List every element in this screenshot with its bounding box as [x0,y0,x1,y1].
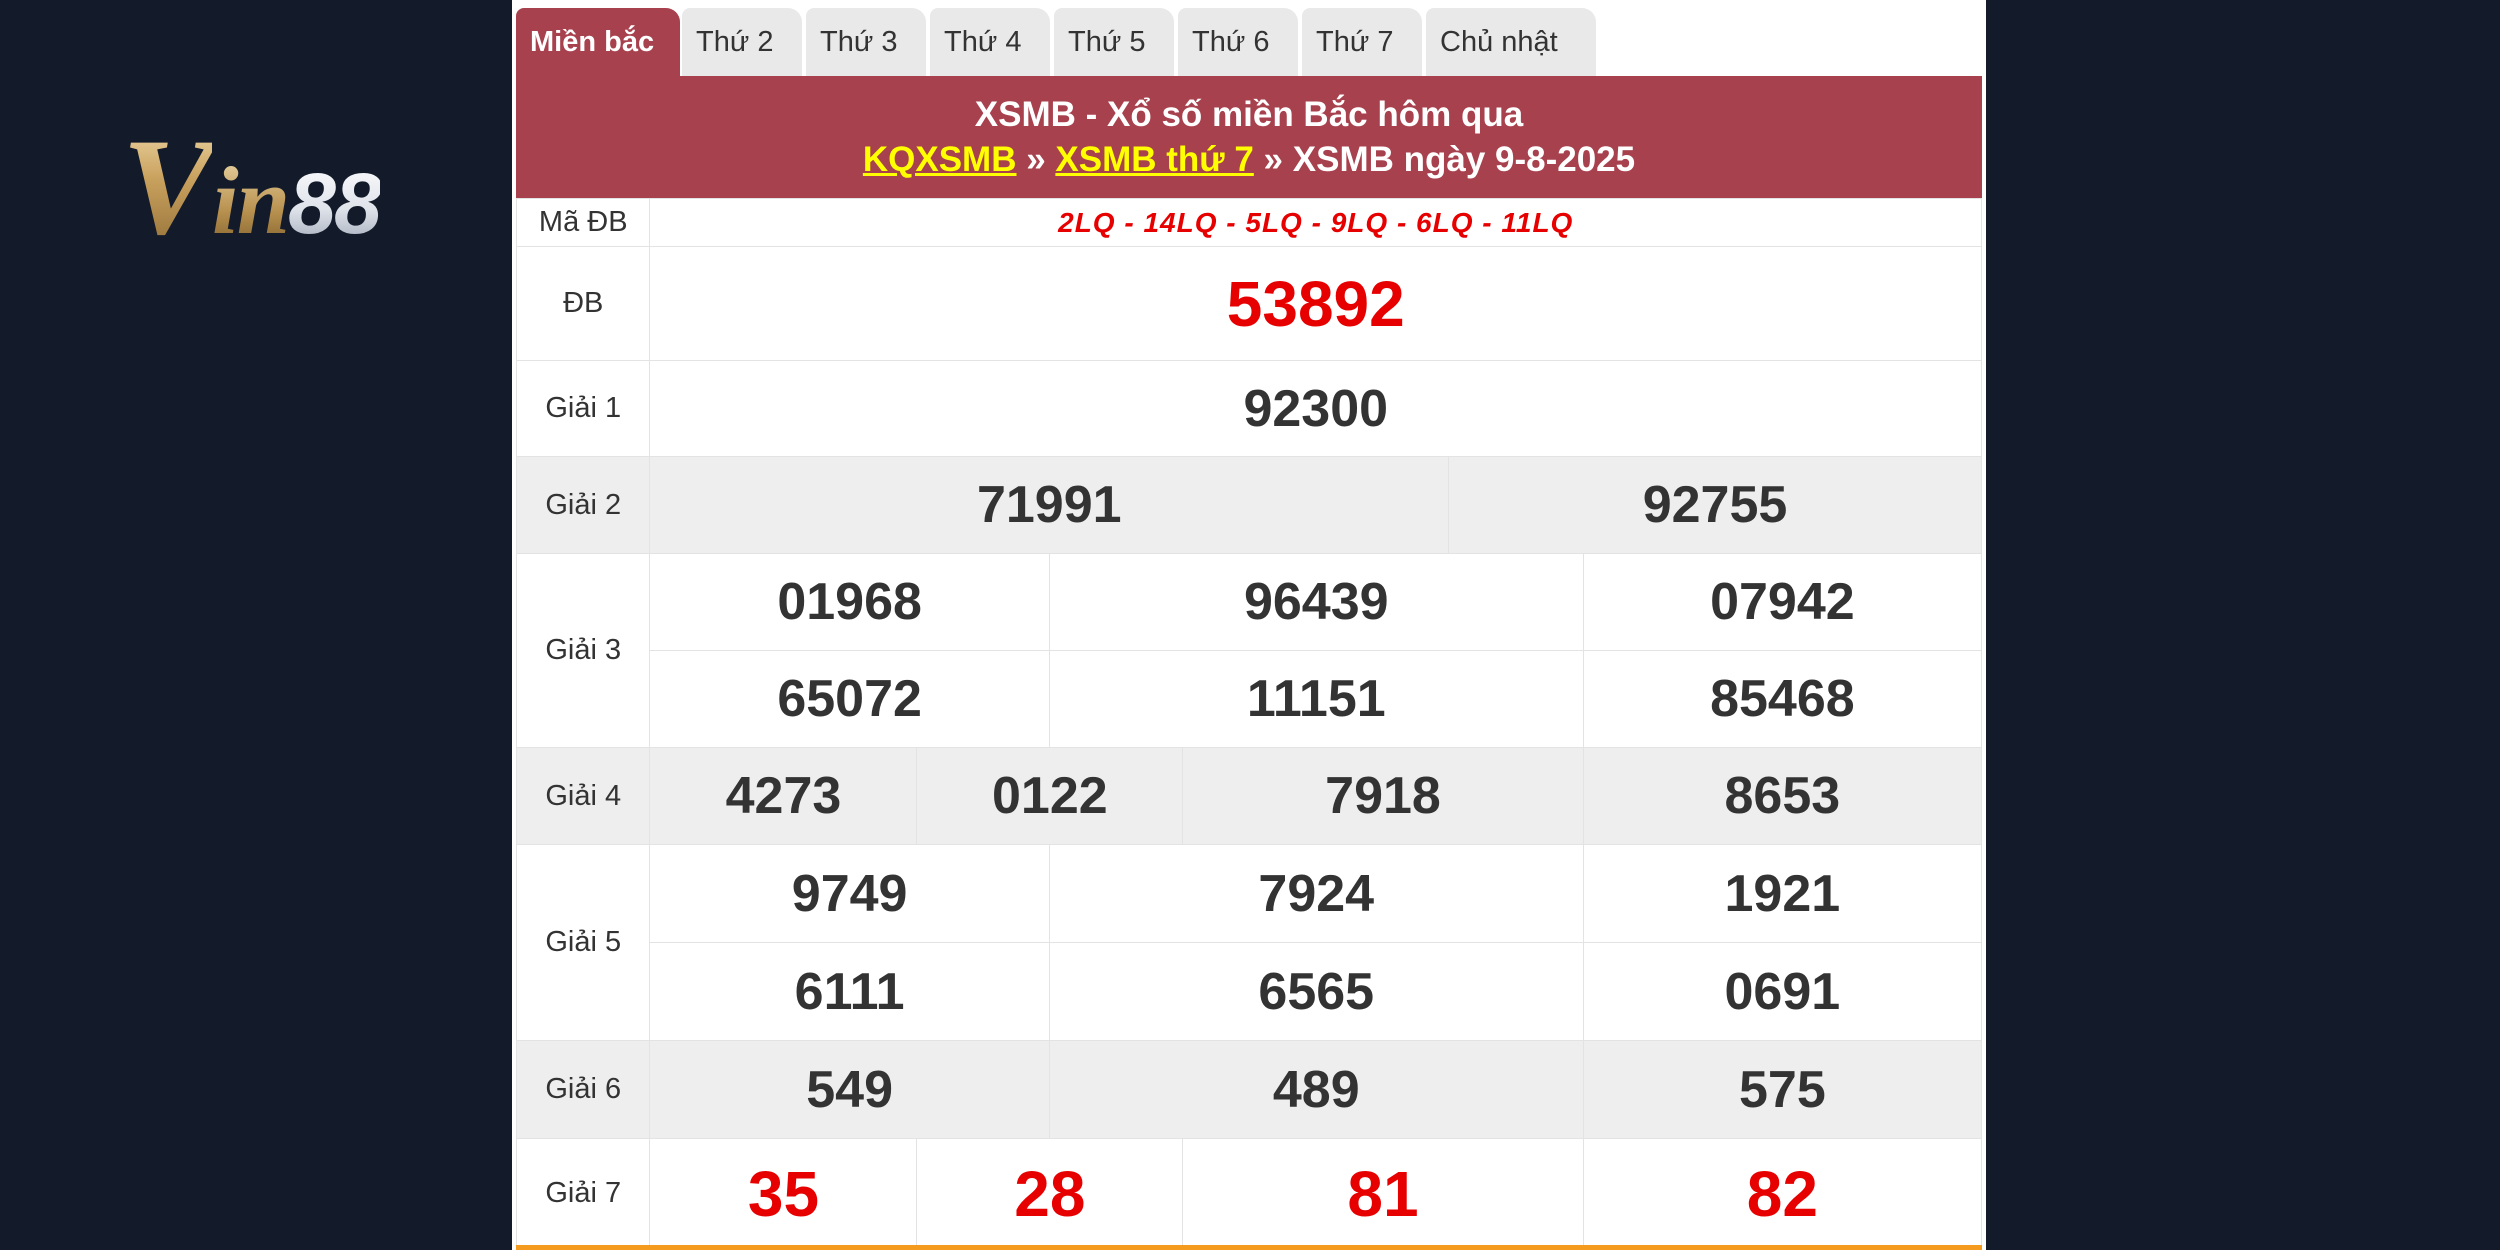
g7-value: 28 [916,1138,1184,1249]
g7-value: 35 [649,1138,918,1249]
breadcrumb-current: XSMB ngày 9-8-2025 [1292,140,1636,179]
g3-value: 11151 [1048,650,1584,748]
label-g1: Giải 1 [515,360,651,457]
g6-value: 549 [649,1040,1050,1139]
tab-thu-7[interactable]: Thứ 7 [1302,8,1422,76]
label-db: ĐB [515,246,651,361]
bottom-divider [516,1245,1982,1250]
tab-chu-nhat[interactable]: Chủ nhật [1426,8,1596,76]
g5-value: 6111 [649,942,1050,1041]
g3-value: 85468 [1582,650,1983,748]
row-g3: Giải 3 01968 96439 07942 [515,553,1983,748]
banner-title: XSMB - Xổ số miền Bắc hôm qua [974,95,1524,134]
row-g1: Giải 1 92300 [515,360,1982,457]
tab-thu-6[interactable]: Thứ 6 [1178,8,1298,76]
g4-value: 0122 [916,747,1184,845]
row-g4: Giải 4 4273 0122 7918 8653 [515,747,1983,845]
results-table: Mã ĐB 2LQ - 14LQ - 5LQ - 9LQ - 6LQ - 11L… [515,198,1983,1249]
g4-value: 4273 [649,747,918,845]
row-g6: Giải 6 549 489 575 [515,1040,1983,1139]
breadcrumb-kqxsmb-link[interactable]: KQXSMB [863,140,1017,179]
label-g7: Giải 7 [515,1138,651,1249]
label-g3: Giải 3 [515,553,651,748]
region-day-tabs: Miền bắc Thứ 2 Thứ 3 Thứ 4 Thứ 5 Thứ 6 T… [516,6,1982,77]
g3-value: 96439 [1048,553,1584,651]
label-g5: Giải 5 [515,844,651,1041]
tab-thu-3[interactable]: Thứ 3 [806,8,926,76]
tab-thu-5[interactable]: Thứ 5 [1054,8,1174,76]
row-db: ĐB 53892 [515,246,1982,361]
row-g7: Giải 7 35 28 81 82 [515,1138,1983,1249]
g3-value: 07942 [1582,553,1983,651]
g1-value: 92300 [649,360,1982,457]
label-g2: Giải 2 [515,456,651,554]
results-banner: XSMB - Xổ số miền Bắc hôm qua KQXSMB » X… [516,76,1982,198]
breadcrumb: KQXSMB » XSMB thứ 7 » XSMB ngày 9-8-2025 [862,140,1636,179]
g3-value: 65072 [649,650,1050,748]
tab-thu-4[interactable]: Thứ 4 [930,8,1050,76]
g6-value: 575 [1582,1040,1983,1139]
breadcrumb-xsmb-thu7-link[interactable]: XSMB thứ 7 [1055,140,1253,179]
row-g3: 65072 11151 85468 [517,650,1983,748]
row-g2: Giải 2 71991 92755 [515,456,1982,554]
label-ma-db: Mã ĐB [515,198,651,247]
label-g6: Giải 6 [515,1040,651,1139]
g2-value: 71991 [649,456,1450,554]
g4-value: 7918 [1182,747,1584,845]
tab-thu-2[interactable]: Thứ 2 [682,8,802,76]
g5-value: 1921 [1582,844,1983,943]
g7-value: 81 [1182,1138,1584,1249]
row-g5: Giải 5 9749 7924 1921 [515,844,1983,1041]
ma-db-value: 2LQ - 14LQ - 5LQ - 9LQ - 6LQ - 11LQ [649,198,1982,247]
g6-value: 489 [1048,1040,1584,1139]
g4-value: 8653 [1582,747,1983,845]
g3-value: 01968 [649,553,1050,651]
row-ma-db: Mã ĐB 2LQ - 14LQ - 5LQ - 9LQ - 6LQ - 11L… [515,198,1982,247]
g5-value: 6565 [1048,942,1584,1041]
special-prize-value: 53892 [649,246,1982,361]
row-g5: 6111 6565 0691 [517,942,1983,1041]
g2-value: 92755 [1448,456,1982,554]
tab-mien-bac[interactable]: Miền bắc [516,8,680,76]
g7-value: 82 [1582,1138,1983,1249]
g5-value: 0691 [1582,942,1983,1041]
vin88-logo: Vin88 [122,110,382,263]
g5-value: 7924 [1048,844,1584,943]
lottery-results-panel: Miền bắc Thứ 2 Thứ 3 Thứ 4 Thứ 5 Thứ 6 T… [512,0,1986,1250]
label-g4: Giải 4 [515,747,651,845]
g5-value: 9749 [649,844,1050,943]
